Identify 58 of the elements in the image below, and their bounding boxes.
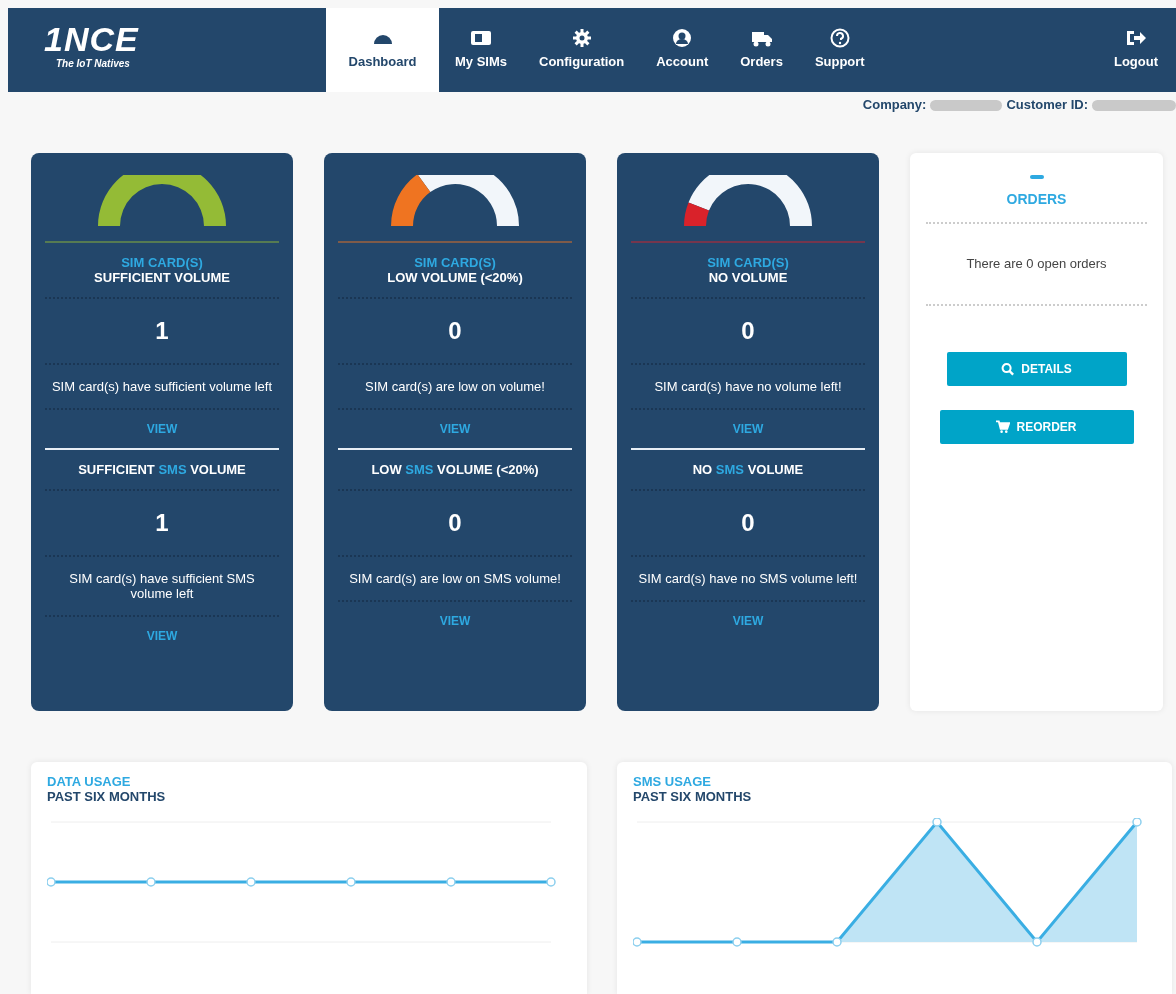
data-point — [932, 818, 942, 827]
card-title: LOW SMS VOLUME (<20%) — [370, 461, 540, 479]
view-link[interactable]: VIEW — [439, 602, 471, 640]
cart-icon — [996, 419, 1011, 434]
view-link[interactable]: VIEW — [732, 410, 764, 448]
nav-tab[interactable]: My SIMs — [439, 8, 523, 92]
description-text: SIM card(s) are low on SMS volume! — [348, 570, 562, 588]
reorder-button[interactable]: REORDER — [939, 409, 1134, 444]
search-icon — [1001, 361, 1016, 376]
user-icon — [671, 28, 694, 49]
card-title: SIM CARD(S) LOW VOLUME (<20%) — [386, 255, 524, 287]
data-point — [146, 877, 156, 887]
settings-icon — [570, 28, 593, 49]
card-title: SUFFICIENT SMS VOLUME — [77, 461, 247, 479]
data-point — [1032, 937, 1042, 947]
help-icon — [828, 28, 851, 49]
view-link[interactable]: VIEW — [146, 410, 178, 448]
company-label: Company: — [862, 96, 927, 115]
count-value: 0 — [740, 508, 756, 538]
description-text: SIM card(s) have no volume left! — [653, 378, 843, 396]
accent-bar — [1029, 175, 1044, 179]
count-value: 0 — [447, 508, 463, 538]
data-point — [346, 877, 356, 887]
count-value: 0 — [447, 316, 463, 346]
data-point — [633, 937, 642, 947]
data-point — [832, 937, 842, 947]
orders-message: There are 0 open orders — [965, 255, 1108, 273]
description-text: SIM card(s) have no SMS volume left! — [637, 570, 859, 588]
data-point — [546, 877, 556, 887]
nav-tab[interactable]: Support — [798, 8, 881, 92]
nav-tab[interactable]: Configuration — [523, 8, 641, 92]
view-link[interactable]: VIEW — [146, 617, 178, 655]
chart-title: SMS USAGE PAST SIX MONTHS — [633, 774, 753, 804]
panel-title: ORDERS — [1005, 190, 1068, 209]
count-value: 0 — [740, 316, 756, 346]
data-point — [47, 877, 56, 887]
description-text: SIM card(s) have sufficient SMS volume left — [68, 570, 256, 603]
description-text: SIM card(s) have sufficient volume left — [50, 378, 274, 396]
chart-title: DATA USAGE PAST SIX MONTHS — [47, 774, 167, 804]
view-link[interactable]: VIEW — [732, 602, 764, 640]
nav-tab[interactable]: Orders — [724, 8, 799, 92]
count-value: 1 — [154, 508, 170, 538]
logout-link[interactable]: Logout — [1097, 8, 1176, 92]
details-button[interactable]: DETAILS — [946, 351, 1127, 386]
data-point — [246, 877, 256, 887]
nav-tab[interactable]: Dashboard — [326, 8, 439, 92]
card-title: SIM CARD(S) SUFFICIENT VOLUME — [93, 255, 231, 287]
logo: 1NCE The IoT Natives — [43, 19, 140, 71]
card-title: SIM CARD(S) NO VOLUME — [706, 255, 790, 287]
data-point — [446, 877, 456, 887]
data-point — [732, 937, 742, 947]
customer-id-label: Customer ID: — [1006, 96, 1088, 115]
card-title: NO SMS VOLUME — [691, 461, 805, 479]
nav-tab[interactable]: Account — [640, 8, 725, 92]
view-link[interactable]: VIEW — [439, 410, 471, 448]
count-value: 1 — [154, 316, 170, 346]
description-text: SIM card(s) are low on volume! — [364, 378, 546, 396]
data-point — [1132, 818, 1142, 827]
